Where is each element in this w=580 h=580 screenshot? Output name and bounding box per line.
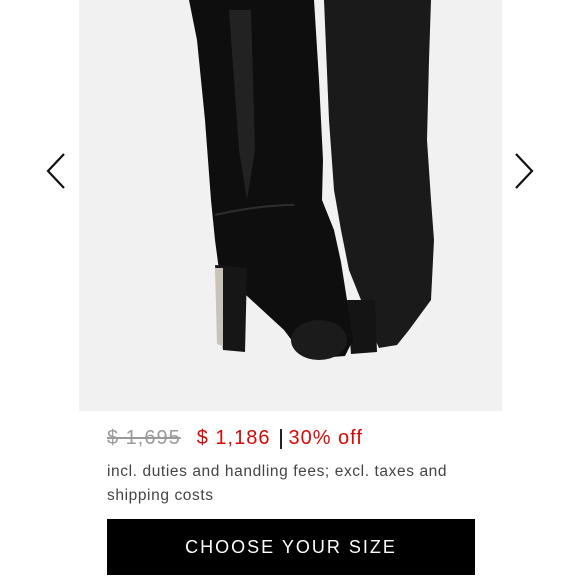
price-row: $ 1,695 $ 1,186 30% off [107, 427, 363, 450]
choose-size-button[interactable]: CHOOSE YOUR SIZE [107, 519, 475, 575]
sale-price: $ 1,186 [196, 427, 271, 449]
fees-note: incl. duties and handling fees; excl. ta… [107, 463, 448, 504]
chevron-left-icon [46, 153, 65, 189]
boot-toe [291, 320, 347, 360]
boot-illustration [189, 0, 434, 360]
rear-heel [347, 300, 377, 354]
chevron-right-icon [515, 153, 534, 189]
price-divider [280, 428, 283, 449]
product-image [79, 0, 502, 411]
next-image-button[interactable] [512, 152, 536, 190]
previous-image-button[interactable] [44, 152, 68, 190]
original-price: $ 1,695 [107, 427, 181, 449]
discount-badge: 30% off [288, 427, 363, 449]
heel-metal-plate [215, 268, 223, 346]
